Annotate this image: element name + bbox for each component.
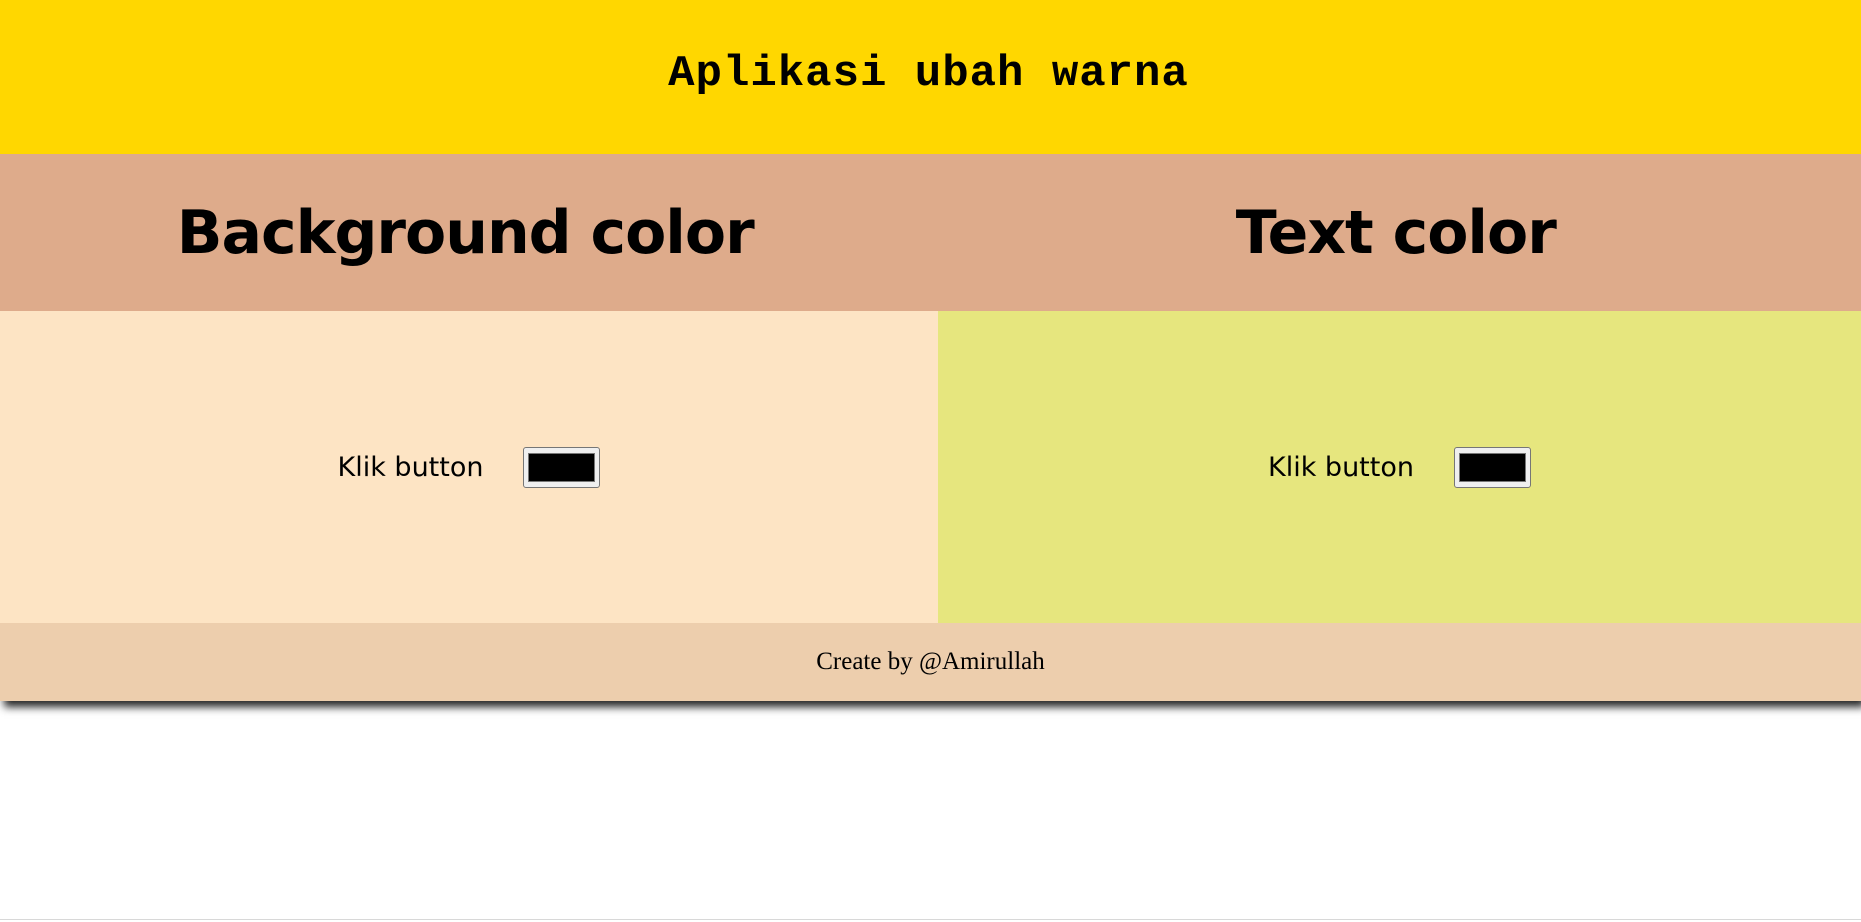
picker-panels: Klik button Klik button bbox=[0, 311, 1861, 623]
app-footer: Create by @Amirullah bbox=[0, 623, 1861, 701]
page-title: Aplikasi ubah warna bbox=[668, 49, 1189, 99]
text-color-title: Text color bbox=[1235, 197, 1557, 268]
text-picker-row: Klik button bbox=[1268, 446, 1531, 488]
background-color-panel: Klik button bbox=[0, 311, 938, 623]
text-color-panel: Klik button bbox=[938, 311, 1861, 623]
text-title-cell: Text color bbox=[931, 154, 1861, 311]
section-titles-bar: Background color Text color bbox=[0, 154, 1861, 311]
text-color-swatch bbox=[1458, 452, 1526, 482]
background-color-title: Background color bbox=[176, 197, 755, 268]
app-header: Aplikasi ubah warna bbox=[0, 0, 1861, 154]
text-picker-label: Klik button bbox=[1268, 451, 1414, 483]
bottom-divider bbox=[0, 919, 1861, 920]
background-color-swatch bbox=[528, 452, 596, 482]
text-color-picker[interactable] bbox=[1453, 446, 1531, 488]
background-picker-row: Klik button bbox=[337, 446, 601, 488]
footer-credit: Create by @Amirullah bbox=[816, 648, 1045, 675]
background-picker-label: Klik button bbox=[337, 451, 484, 483]
color-changer-app: Aplikasi ubah warna Background color Tex… bbox=[0, 0, 1861, 701]
background-color-picker[interactable] bbox=[523, 446, 601, 488]
background-title-cell: Background color bbox=[0, 154, 931, 311]
